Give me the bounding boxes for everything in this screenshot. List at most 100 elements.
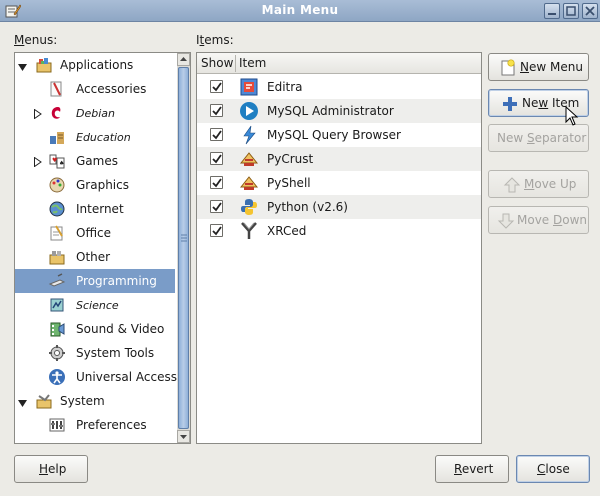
- menu-tree-item-games[interactable]: ♥ ♠ Games: [15, 149, 175, 173]
- menus-label: Menus:: [14, 33, 58, 47]
- scroll-down-arrow[interactable]: [177, 430, 190, 443]
- menu-tree-item-label: Debian: [76, 107, 115, 120]
- move-down-label: Move Down: [517, 213, 588, 227]
- item-row[interactable]: Python (v2.6): [197, 195, 481, 219]
- menu-tree-item-programming[interactable]: Programming: [15, 269, 175, 293]
- menu-tree-item-accessories[interactable]: Accessories: [15, 77, 175, 101]
- pane-grip-icon[interactable]: [180, 232, 188, 242]
- item-name: Python (v2.6): [267, 200, 348, 214]
- svg-text:♠: ♠: [59, 160, 64, 167]
- item-row[interactable]: PyShell: [197, 171, 481, 195]
- menu-tree-item-other[interactable]: Other: [15, 245, 175, 269]
- item-name: Editra: [267, 80, 303, 94]
- menu-tree-item-label: Games: [76, 154, 118, 168]
- menu-tree-item-internet[interactable]: Internet: [15, 197, 175, 221]
- expander-open-icon[interactable]: [18, 397, 27, 407]
- move-down-button[interactable]: Move Down: [488, 206, 589, 234]
- new-menu-icon: [499, 59, 517, 77]
- menu-tree-item-label: Education: [76, 131, 131, 144]
- new-separator-label: New Separator: [497, 131, 587, 145]
- column-show[interactable]: Show: [201, 56, 233, 70]
- menu-tree-item-graphics[interactable]: Graphics: [15, 173, 175, 197]
- menus-scrollbar[interactable]: [177, 52, 191, 444]
- item-name: PyShell: [267, 176, 311, 190]
- universal-access-icon: [48, 368, 66, 386]
- column-item[interactable]: Item: [239, 56, 266, 70]
- main-menu-window: Main Menu Menus: Items: Applications Acce…: [0, 0, 600, 496]
- menu-tree-item-debian[interactable]: Debian: [15, 101, 175, 125]
- show-checkbox[interactable]: [210, 224, 223, 237]
- menu-tree-item-office[interactable]: Office: [15, 221, 175, 245]
- show-checkbox[interactable]: [210, 104, 223, 117]
- pyshell-icon: [239, 173, 259, 193]
- menu-tree-item-label: Programming: [76, 274, 157, 288]
- accessories-icon: [48, 80, 66, 98]
- close-button[interactable]: Close: [516, 455, 590, 483]
- menu-tree-item-label: System: [60, 394, 105, 408]
- close-window-button[interactable]: [582, 3, 598, 19]
- item-row[interactable]: Editra: [197, 75, 481, 99]
- python-icon: [239, 197, 259, 217]
- expander-open-icon[interactable]: [18, 61, 27, 71]
- menu-tree-item-system-tools[interactable]: System Tools: [15, 341, 175, 365]
- menu-tree-item-label: Applications: [60, 58, 134, 72]
- show-checkbox[interactable]: [210, 128, 223, 141]
- move-up-button[interactable]: Move Up: [488, 170, 589, 198]
- other-icon: [48, 248, 66, 266]
- programming-icon: [48, 272, 66, 290]
- scroll-thumb[interactable]: [178, 67, 189, 429]
- items-label: Items:: [196, 33, 234, 47]
- item-row[interactable]: PyCrust: [197, 147, 481, 171]
- expander-closed-icon[interactable]: [34, 108, 42, 120]
- maximize-button[interactable]: [563, 3, 579, 19]
- move-up-icon: [503, 176, 521, 194]
- menu-tree-item-education[interactable]: Education: [15, 125, 175, 149]
- new-menu-label: New Menu: [520, 60, 583, 74]
- show-checkbox[interactable]: [210, 176, 223, 189]
- revert-label: Revert: [454, 462, 494, 476]
- expander-closed-icon[interactable]: [34, 156, 42, 168]
- revert-button[interactable]: Revert: [435, 455, 509, 483]
- new-item-icon: [501, 95, 519, 113]
- menu-tree-item-label: Internet: [76, 202, 124, 216]
- menu-tree-item-sound-video[interactable]: Sound & Video: [15, 317, 175, 341]
- mysql-query-browser-icon: [239, 125, 259, 145]
- new-separator-button[interactable]: New Separator: [488, 124, 589, 152]
- show-checkbox[interactable]: [210, 200, 223, 213]
- item-row[interactable]: MySQL Query Browser: [197, 123, 481, 147]
- item-row[interactable]: MySQL Administrator: [197, 99, 481, 123]
- menu-tree-item-label: Other: [76, 250, 111, 264]
- item-name: PyCrust: [267, 152, 314, 166]
- help-label: Help: [39, 462, 67, 476]
- show-checkbox[interactable]: [210, 80, 223, 93]
- menu-tree-item-science[interactable]: Science: [15, 293, 175, 317]
- menu-tree-item-label: Graphics: [76, 178, 129, 192]
- show-checkbox[interactable]: [210, 152, 223, 165]
- svg-text:♥: ♥: [52, 157, 57, 164]
- menu-tree-item-preferences[interactable]: Preferences: [15, 413, 175, 437]
- menu-tree-item-label: Preferences: [76, 418, 147, 432]
- item-row[interactable]: XRCed: [197, 219, 481, 243]
- help-button[interactable]: Help: [14, 455, 88, 483]
- move-up-label: Move Up: [524, 177, 577, 191]
- items-list[interactable]: Show Item Editra MySQL Administrator MySQL…: [196, 52, 482, 444]
- new-menu-button[interactable]: New Menu: [488, 53, 589, 81]
- preferences-icon: [48, 416, 66, 434]
- menu-tree-item-label: Universal Access: [76, 370, 177, 384]
- item-name: MySQL Query Browser: [267, 128, 401, 142]
- menu-tree-item-system[interactable]: System: [15, 389, 175, 413]
- menus-tree[interactable]: Applications Accessories Debian Education ♥ ♠…: [14, 52, 191, 444]
- sound-video-icon: [48, 320, 66, 338]
- system-icon: [35, 392, 53, 410]
- menu-tree-item-label: Sound & Video: [76, 322, 165, 336]
- menu-tree-item-applications[interactable]: Applications: [15, 53, 175, 77]
- minimize-button[interactable]: [544, 3, 560, 19]
- item-name: MySQL Administrator: [267, 104, 394, 118]
- title-bar[interactable]: Main Menu: [0, 0, 600, 22]
- internet-icon: [48, 200, 66, 218]
- mouse-cursor-icon: [565, 105, 579, 126]
- scroll-up-arrow[interactable]: [177, 53, 190, 66]
- debian-icon: [48, 104, 66, 122]
- xrced-icon: [239, 221, 259, 241]
- menu-tree-item-universal-access[interactable]: Universal Access: [15, 365, 177, 389]
